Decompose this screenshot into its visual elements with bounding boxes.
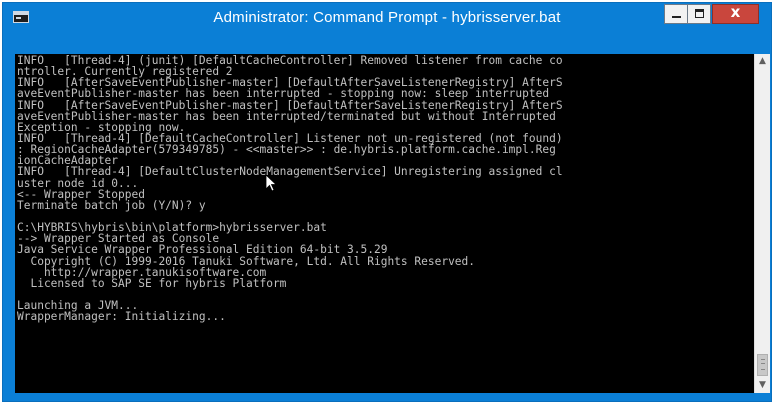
console-line: INFO [Thread-4] [DefaultClusterNodeManag… — [17, 165, 563, 179]
console-line: Copyright (C) 1999-2016 Tanuki Software,… — [17, 254, 476, 268]
window-title: Administrator: Command Prompt - hybrisse… — [213, 9, 561, 26]
vertical-scrollbar[interactable]: ▲ ▼ — [754, 54, 770, 393]
grip-icon — [761, 359, 765, 370]
close-button[interactable]: x — [712, 3, 759, 24]
scroll-thumb[interactable] — [757, 354, 768, 376]
title-bar[interactable]: Administrator: Command Prompt - hybrisse… — [3, 3, 771, 33]
console-text: INFO [Thread-4] (junit) [DefaultCacheCon… — [15, 54, 754, 324]
console-line: WrapperManager: Initializing... — [17, 310, 226, 324]
console-line: : RegionCacheAdapter(579349785) - <<mast… — [17, 143, 556, 157]
maximize-button[interactable] — [687, 4, 711, 24]
console-line: Licensed to SAP SE for hybris Platform — [17, 276, 287, 290]
close-icon: x — [730, 3, 741, 21]
scroll-down-arrow-icon[interactable]: ▼ — [755, 378, 770, 393]
command-prompt-window[interactable]: Administrator: Command Prompt - hybrisse… — [2, 2, 772, 402]
console-line: Java Service Wrapper Professional Editio… — [17, 243, 388, 257]
scroll-up-arrow-icon[interactable]: ▲ — [755, 54, 770, 69]
console-line: aveEventPublisher-master has been interr… — [17, 87, 550, 101]
console-line: Terminate batch job (Y/N)? y — [17, 198, 206, 212]
console-output[interactable]: INFO [Thread-4] (junit) [DefaultCacheCon… — [15, 54, 754, 393]
minimize-button[interactable] — [664, 4, 688, 24]
mouse-pointer-icon — [266, 175, 278, 192]
maximize-icon — [695, 9, 704, 18]
minimize-icon — [672, 16, 681, 18]
